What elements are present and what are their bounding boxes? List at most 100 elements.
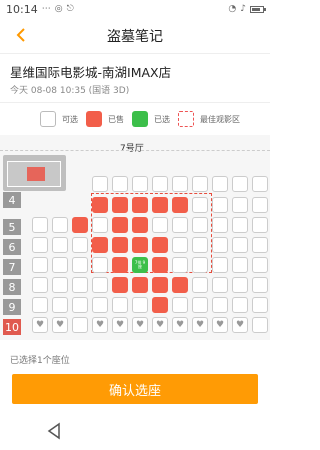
confirm-seat-button[interactable]: 确认选座	[12, 374, 258, 404]
available-seat[interactable]	[172, 297, 188, 313]
love-seat[interactable]: ♥	[132, 317, 148, 333]
available-seat[interactable]	[252, 176, 268, 192]
available-seat[interactable]	[192, 197, 208, 213]
back-triangle-icon[interactable]	[45, 422, 63, 440]
hall-name: 7号厅	[120, 144, 144, 154]
available-seat[interactable]	[72, 257, 88, 273]
sold-seat	[92, 197, 108, 213]
available-seat[interactable]	[212, 297, 228, 313]
available-seat[interactable]	[112, 297, 128, 313]
available-seat[interactable]	[212, 176, 228, 192]
available-seat[interactable]	[232, 257, 248, 273]
available-seat[interactable]	[52, 277, 68, 293]
available-seat[interactable]	[92, 257, 108, 273]
available-seat[interactable]	[212, 197, 228, 213]
available-seat[interactable]	[132, 297, 148, 313]
available-seat[interactable]	[212, 237, 228, 253]
wifi-icon: ◔	[228, 4, 237, 14]
available-seat[interactable]	[172, 237, 188, 253]
love-seat[interactable]: ♥	[92, 317, 108, 333]
available-seat[interactable]	[232, 237, 248, 253]
chevron-left-icon[interactable]	[10, 24, 32, 46]
available-seat[interactable]	[72, 297, 88, 313]
sold-seat	[152, 257, 168, 273]
available-seat[interactable]	[212, 277, 228, 293]
love-seat[interactable]: ♥	[152, 317, 168, 333]
available-seat[interactable]	[192, 217, 208, 233]
available-seat[interactable]	[52, 237, 68, 253]
available-seat[interactable]	[232, 197, 248, 213]
available-seat[interactable]	[252, 297, 268, 313]
legend-selected: 已选	[132, 111, 170, 127]
available-seat[interactable]	[252, 257, 268, 273]
available-seat[interactable]	[32, 277, 48, 293]
available-seat[interactable]	[32, 237, 48, 253]
available-seat[interactable]	[52, 297, 68, 313]
available-seat[interactable]	[212, 257, 228, 273]
available-seat[interactable]	[132, 176, 148, 192]
sold-seat	[132, 237, 148, 253]
row-label: 6	[3, 239, 21, 255]
best-zone-icon	[178, 111, 194, 127]
available-seat[interactable]	[72, 237, 88, 253]
available-seat[interactable]	[172, 257, 188, 273]
sold-seat	[152, 237, 168, 253]
available-seat[interactable]	[232, 297, 248, 313]
available-seat[interactable]	[192, 176, 208, 192]
available-seat[interactable]	[172, 217, 188, 233]
available-seat[interactable]	[32, 257, 48, 273]
love-seat[interactable]: ♥	[232, 317, 248, 333]
row-label: 9	[3, 299, 21, 315]
available-seat[interactable]	[192, 257, 208, 273]
legend-best-label: 最佳观影区	[200, 114, 240, 124]
sold-seat-icon	[86, 111, 102, 127]
available-seat[interactable]	[252, 317, 268, 333]
row-label: 7	[3, 259, 21, 275]
available-seat[interactable]	[92, 176, 108, 192]
selected-count: 已选择1个座位	[10, 356, 70, 366]
available-seat[interactable]	[172, 176, 188, 192]
session-info: 今天 08-08 10:35 (国语 3D)	[10, 86, 130, 96]
available-seat[interactable]	[192, 297, 208, 313]
sold-seat	[112, 217, 128, 233]
available-seat[interactable]	[212, 217, 228, 233]
ok-icon: ◎	[54, 4, 63, 14]
available-seat[interactable]	[72, 317, 88, 333]
love-seat[interactable]: ♥	[52, 317, 68, 333]
divider	[0, 102, 270, 103]
sold-seat	[132, 217, 148, 233]
love-seat[interactable]: ♥	[192, 317, 208, 333]
love-seat[interactable]: ♥	[112, 317, 128, 333]
legend-selected-label: 已选	[154, 114, 170, 124]
love-seat[interactable]: ♥	[32, 317, 48, 333]
available-seat[interactable]	[232, 217, 248, 233]
sold-seat	[172, 277, 188, 293]
available-seat[interactable]	[152, 217, 168, 233]
available-seat-icon	[40, 111, 56, 127]
available-seat[interactable]	[32, 297, 48, 313]
available-seat[interactable]	[92, 217, 108, 233]
row-label: 5	[3, 219, 21, 235]
available-seat[interactable]	[252, 217, 268, 233]
love-seat[interactable]: ♥	[212, 317, 228, 333]
available-seat[interactable]	[252, 237, 268, 253]
available-seat[interactable]	[232, 176, 248, 192]
love-seat[interactable]: ♥	[172, 317, 188, 333]
available-seat[interactable]	[192, 237, 208, 253]
available-seat[interactable]	[52, 257, 68, 273]
available-seat[interactable]	[92, 277, 108, 293]
available-seat[interactable]	[252, 277, 268, 293]
seat-minimap	[3, 155, 66, 191]
selected-seat[interactable]: 7排 9座	[132, 257, 148, 273]
available-seat[interactable]	[252, 197, 268, 213]
available-seat[interactable]	[232, 277, 248, 293]
available-seat[interactable]	[32, 217, 48, 233]
available-seat[interactable]	[112, 176, 128, 192]
available-seat[interactable]	[52, 217, 68, 233]
available-seat[interactable]	[92, 297, 108, 313]
available-seat[interactable]	[152, 176, 168, 192]
available-seat[interactable]	[192, 277, 208, 293]
available-seat[interactable]	[72, 277, 88, 293]
sold-seat	[112, 237, 128, 253]
minimap-sold-area	[27, 167, 45, 181]
